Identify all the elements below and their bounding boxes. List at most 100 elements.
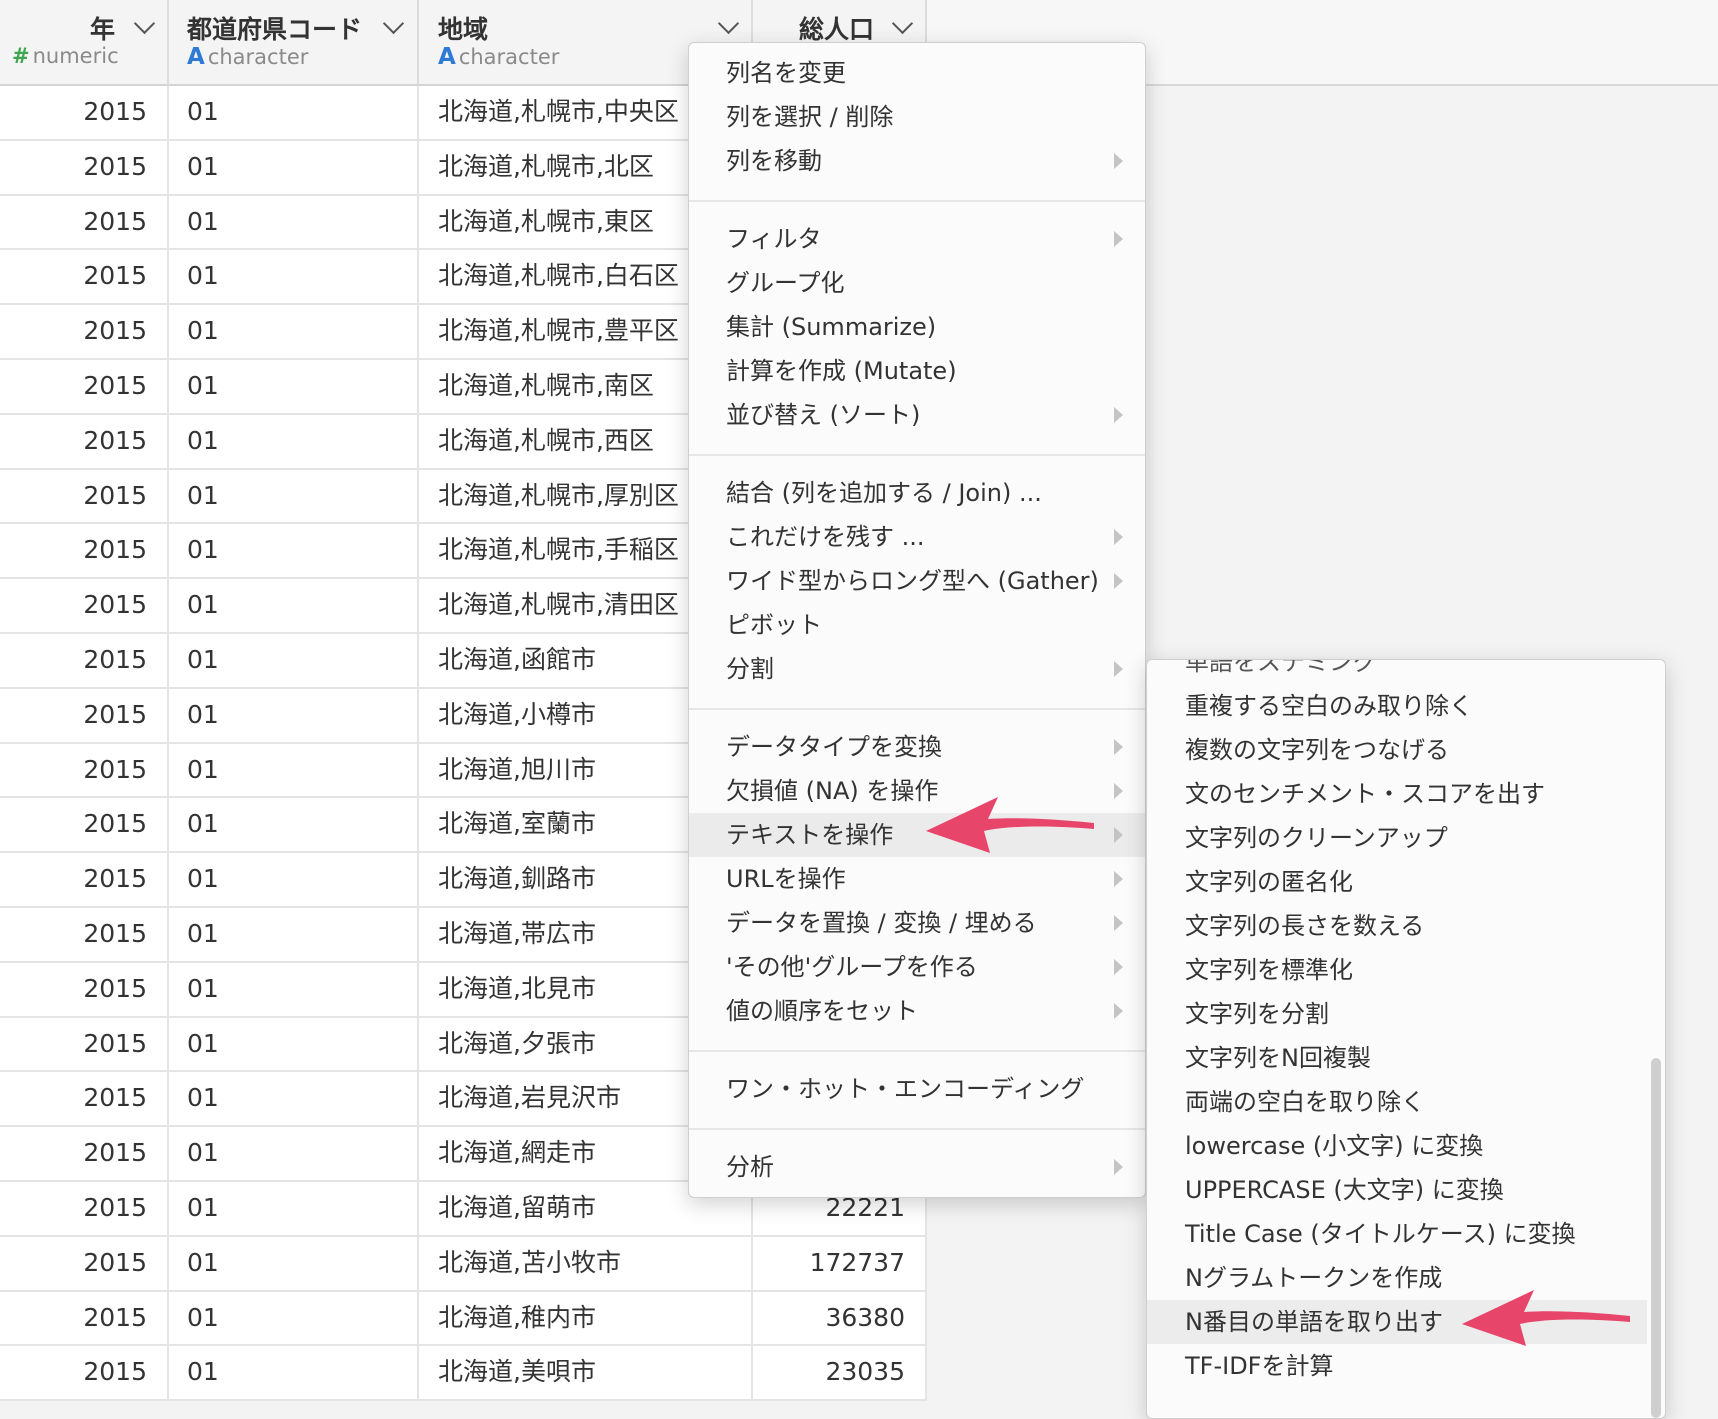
menu-item[interactable]: ワイド型からロング型へ (Gather): [689, 559, 1145, 603]
menu-item[interactable]: 結合 (列を追加する / Join) ...: [689, 471, 1145, 515]
cell-pref-code[interactable]: 01: [169, 86, 419, 139]
cell-pref-code[interactable]: 01: [169, 579, 419, 632]
cell-year[interactable]: 2015: [0, 633, 169, 687]
cell-pref-code[interactable]: 01: [169, 1291, 419, 1345]
cell-pref-code[interactable]: 01: [169, 743, 419, 797]
table-row[interactable]: 2015 01 北海道,稚内市 36380: [0, 1291, 927, 1347]
submenu-item[interactable]: 文字列のクリーンアップ: [1147, 816, 1647, 860]
menu-item[interactable]: 分割: [689, 647, 1145, 691]
menu-item[interactable]: 並び替え (ソート): [689, 393, 1145, 437]
menu-item[interactable]: グループ化: [689, 261, 1145, 305]
cell-year[interactable]: 2015: [0, 907, 169, 961]
submenu-item[interactable]: 文字列の匿名化: [1147, 860, 1647, 904]
cell-year[interactable]: 2015: [0, 524, 169, 578]
cell-pref-code[interactable]: 01: [169, 1127, 419, 1180]
submenu-item[interactable]: 文字列を標準化: [1147, 948, 1647, 992]
menu-item[interactable]: 列を選択 / 削除: [689, 95, 1145, 139]
chevron-down-icon[interactable]: [382, 12, 405, 35]
submenu-item[interactable]: 重複する空白のみ取り除く: [1147, 684, 1647, 728]
menu-item[interactable]: フィルタ: [689, 217, 1145, 261]
cell-year[interactable]: 2015: [0, 140, 169, 194]
cell-year[interactable]: 2015: [0, 798, 169, 852]
menu-item[interactable]: ワン・ホット・エンコーディング: [689, 1067, 1145, 1111]
menu-item[interactable]: 計算を作成 (Mutate): [689, 349, 1145, 393]
cell-pref-code[interactable]: 01: [169, 250, 419, 304]
submenu-item[interactable]: 文字列をN回複製: [1147, 1036, 1647, 1080]
cell-year[interactable]: 2015: [0, 962, 169, 1016]
cell-pref-code[interactable]: 01: [169, 359, 419, 413]
cell-pref-code[interactable]: 01: [169, 469, 419, 523]
menu-item[interactable]: 列名を変更: [689, 51, 1145, 95]
cell-pref-code[interactable]: 01: [169, 414, 419, 468]
cell-pref-code[interactable]: 01: [169, 962, 419, 1016]
cell-pref-code[interactable]: 01: [169, 140, 419, 194]
submenu-item[interactable]: 文字列を分割: [1147, 992, 1647, 1036]
cell-year[interactable]: 2015: [0, 853, 169, 906]
cell-year[interactable]: 2015: [0, 743, 169, 797]
cell-pref-code[interactable]: 01: [169, 1017, 419, 1071]
submenu-item[interactable]: 複数の文字列をつなげる: [1147, 728, 1647, 772]
menu-item[interactable]: 列を移動: [689, 139, 1145, 183]
menu-item[interactable]: 集計 (Summarize): [689, 305, 1145, 349]
cell-pref-code[interactable]: 01: [169, 633, 419, 687]
cell-pref-code[interactable]: 01: [169, 1181, 419, 1235]
cell-population[interactable]: 36380: [753, 1291, 927, 1345]
submenu-arrow-icon: [1114, 959, 1123, 975]
submenu-item[interactable]: 文字列の長さを数える: [1147, 904, 1647, 948]
submenu-item[interactable]: lowercase (小文字) に変換: [1147, 1124, 1647, 1168]
submenu-scrollbar[interactable]: [1651, 1058, 1661, 1418]
submenu-item[interactable]: 両端の空白を取り除く: [1147, 1080, 1647, 1124]
submenu-item[interactable]: Title Case (タイトルケース) に変換: [1147, 1212, 1647, 1256]
cell-year[interactable]: 2015: [0, 1346, 169, 1400]
cell-year[interactable]: 2015: [0, 86, 169, 139]
cell-year[interactable]: 2015: [0, 469, 169, 523]
submenu-item-stemming[interactable]: 単語をステミング: [1147, 660, 1647, 684]
column-header-year[interactable]: 年 # numeric: [0, 0, 169, 86]
cell-pref-code[interactable]: 01: [169, 195, 419, 249]
cell-year[interactable]: 2015: [0, 1127, 169, 1180]
cell-year[interactable]: 2015: [0, 305, 169, 358]
cell-area[interactable]: 北海道,稚内市: [419, 1291, 753, 1345]
menu-item[interactable]: 値の順序をセット: [689, 989, 1145, 1033]
cell-year[interactable]: 2015: [0, 195, 169, 249]
cell-pref-code[interactable]: 01: [169, 305, 419, 358]
submenu-item[interactable]: 文のセンチメント・スコアを出す: [1147, 772, 1647, 816]
cell-year[interactable]: 2015: [0, 1291, 169, 1345]
menu-item[interactable]: 分析: [689, 1145, 1145, 1189]
cell-year[interactable]: 2015: [0, 1072, 169, 1126]
cell-pref-code[interactable]: 01: [169, 524, 419, 578]
cell-year[interactable]: 2015: [0, 1236, 169, 1290]
cell-pref-code[interactable]: 01: [169, 907, 419, 961]
cell-population[interactable]: 23035: [753, 1346, 927, 1400]
cell-area[interactable]: 北海道,美唄市: [419, 1346, 753, 1400]
cell-year[interactable]: 2015: [0, 1181, 169, 1235]
cell-year[interactable]: 2015: [0, 688, 169, 742]
menu-item[interactable]: 'その他'グループを作る: [689, 945, 1145, 989]
cell-pref-code[interactable]: 01: [169, 853, 419, 906]
submenu-arrow-icon: [1114, 153, 1123, 169]
cell-pref-code[interactable]: 01: [169, 1072, 419, 1126]
cell-pref-code[interactable]: 01: [169, 1236, 419, 1290]
table-row[interactable]: 2015 01 北海道,美唄市 23035: [0, 1346, 927, 1402]
submenu-item[interactable]: UPPERCASE (大文字) に変換: [1147, 1168, 1647, 1212]
cell-pref-code[interactable]: 01: [169, 798, 419, 852]
chevron-down-icon[interactable]: [891, 12, 914, 35]
cell-pref-code[interactable]: 01: [169, 688, 419, 742]
cell-population[interactable]: 172737: [753, 1236, 927, 1290]
column-header-pref-code[interactable]: 都道府県コード Acharacter: [169, 0, 419, 86]
chevron-down-icon[interactable]: [133, 12, 156, 35]
menu-item[interactable]: データを置換 / 変換 / 埋める: [689, 901, 1145, 945]
menu-item[interactable]: これだけを残す ...: [689, 515, 1145, 559]
cell-year[interactable]: 2015: [0, 1017, 169, 1071]
cell-year[interactable]: 2015: [0, 579, 169, 632]
cell-year[interactable]: 2015: [0, 250, 169, 304]
table-row[interactable]: 2015 01 北海道,苫小牧市 172737: [0, 1236, 927, 1292]
cell-year[interactable]: 2015: [0, 414, 169, 468]
menu-item[interactable]: ピボット: [689, 603, 1145, 647]
cell-area[interactable]: 北海道,苫小牧市: [419, 1236, 753, 1290]
cell-year[interactable]: 2015: [0, 359, 169, 413]
cell-pref-code[interactable]: 01: [169, 1346, 419, 1400]
menu-item[interactable]: データタイプを変換: [689, 725, 1145, 769]
chevron-down-icon[interactable]: [717, 12, 740, 35]
submenu-arrow-icon: [1114, 573, 1123, 589]
